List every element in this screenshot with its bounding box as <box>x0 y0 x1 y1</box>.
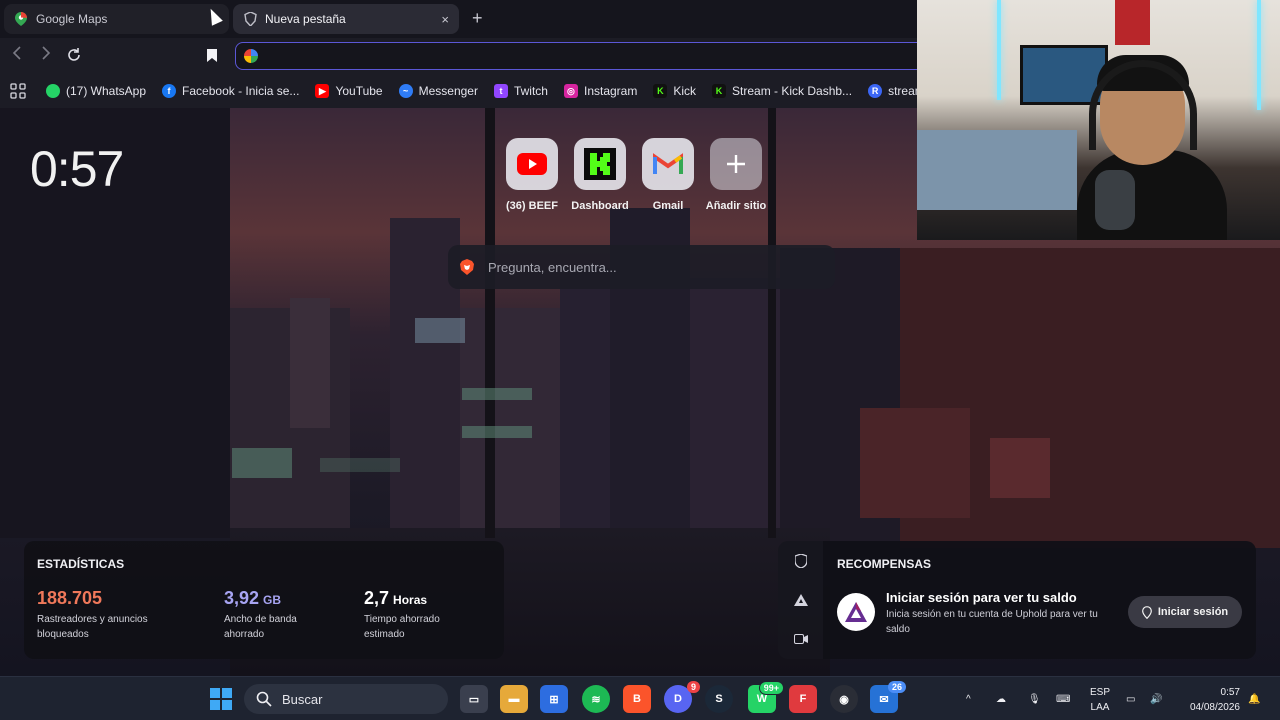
stats-title: ESTADÍSTICAS <box>37 557 125 571</box>
bookmark-kick[interactable]: K Kick <box>653 84 696 98</box>
bookmark-messenger[interactable]: ~ Messenger <box>398 84 478 98</box>
location-pin-icon <box>1141 605 1152 619</box>
rewards-description: Inicia sesión en tu cuenta de Uphold par… <box>886 609 1098 635</box>
plus-icon <box>710 138 762 190</box>
tab-title: Google Maps <box>36 12 108 26</box>
new-tab-button[interactable]: + <box>472 8 483 29</box>
network-icon[interactable]: ▭ <box>1126 677 1135 720</box>
tab-new-tab[interactable]: Nueva pestaña × <box>233 4 459 34</box>
bookmark-whatsapp[interactable]: (17) WhatsApp <box>46 84 146 98</box>
new-tab-clock: 0:57 <box>30 141 124 197</box>
brave-shield-icon <box>243 12 257 26</box>
kick-icon: K <box>712 84 727 98</box>
top-site-gmail[interactable]: Gmail <box>641 138 695 212</box>
stats-widget: ESTADÍSTICAS 188.705 Rastreadores y anun… <box>24 541 504 659</box>
task-view-icon[interactable]: ▭ <box>460 685 488 713</box>
rewards-widget: RECOMPENSAS Iniciar sesión para ver tu s… <box>823 541 1256 659</box>
obs-icon[interactable]: ◉ <box>830 685 858 713</box>
bookmark-instagram[interactable]: ◎ Instagram <box>563 84 637 98</box>
stat-bandwidth: 3,92 GB Ancho de banda ahorrado <box>224 588 297 640</box>
spotify-icon[interactable]: ≋ <box>582 685 610 713</box>
system-clock[interactable]: 0:57 04/08/2026 <box>1180 685 1240 715</box>
stat-time-saved: 2,7 Horas Tiempo ahorrado estimado <box>364 588 440 640</box>
youtube-icon: ▶ <box>315 84 330 98</box>
youtube-icon <box>506 138 558 190</box>
facebook-icon: f <box>162 84 177 98</box>
webcam-overlay <box>917 0 1280 240</box>
bookmark-twitch[interactable]: t Twitch <box>493 84 548 98</box>
notification-icon[interactable]: 🔔 <box>1248 677 1260 720</box>
steam-icon[interactable]: S <box>705 685 733 713</box>
widget-switcher <box>778 541 823 659</box>
search-placeholder: Pregunta, encuentra... <box>488 259 617 275</box>
input-language[interactable]: ESP LAA <box>1088 685 1112 715</box>
tab-title: Nueva pestaña <box>265 12 346 26</box>
brave-icon[interactable]: B <box>623 685 651 713</box>
microphone-icon[interactable]: 🎙 <box>1028 677 1041 720</box>
top-site-kick-dashboard[interactable]: Dashboard <box>571 138 629 212</box>
bookmark-kick-dashboard[interactable]: K Stream - Kick Dashb... <box>712 84 852 98</box>
mail-icon[interactable]: ✉ 26 <box>870 681 906 713</box>
taskbar-search[interactable]: Buscar <box>244 684 448 714</box>
discord-icon[interactable]: D9 <box>664 681 700 713</box>
kick-icon: K <box>653 84 668 98</box>
keyboard-icon[interactable]: ⌨ <box>1056 677 1070 720</box>
forward-icon[interactable] <box>41 46 51 65</box>
shield-icon[interactable] <box>778 541 823 580</box>
google-icon <box>244 49 258 63</box>
sign-in-button[interactable]: Iniciar sesión <box>1128 596 1242 628</box>
rewards-title: RECOMPENSAS <box>837 557 932 571</box>
whatsapp-icon <box>46 84 60 98</box>
search-input[interactable]: Pregunta, encuentra... <box>448 245 835 289</box>
top-sites: (36) BEEF Dashboard Gmail Añadir sitio <box>505 138 766 212</box>
bookmark-facebook[interactable]: f Facebook - Inicia se... <box>162 84 299 98</box>
cloud-icon[interactable]: ☁ <box>996 677 1006 720</box>
taskbar: Buscar ▭ ▬ ⊞ ≋ B D9 S W 99+ F ◉ ✉ 26 ^ ☁ 🎙… <box>0 676 1280 720</box>
r-icon: R <box>868 84 883 98</box>
volume-icon[interactable]: 🔊 <box>1150 677 1162 720</box>
file-explorer-icon[interactable]: ▬ <box>500 685 528 713</box>
show-hidden-icons[interactable]: ^ <box>966 677 971 720</box>
back-icon[interactable] <box>12 46 22 65</box>
close-tab-icon[interactable]: × <box>441 12 449 27</box>
kick-icon <box>574 138 626 190</box>
top-site-youtube[interactable]: (36) BEEF <box>505 138 559 212</box>
bat-triangle-icon[interactable] <box>778 580 823 619</box>
search-icon <box>256 691 272 707</box>
bookmark-youtube[interactable]: ▶ YouTube <box>315 84 383 98</box>
whatsapp-icon[interactable]: W 99+ <box>748 681 784 713</box>
apps-grid-icon[interactable] <box>10 83 26 99</box>
store-icon[interactable]: ⊞ <box>540 685 568 713</box>
tab-google-maps[interactable]: Google Maps <box>4 4 229 34</box>
messenger-icon: ~ <box>398 84 413 98</box>
rewards-heading: Iniciar sesión para ver tu saldo <box>886 590 1077 605</box>
brave-lion-icon <box>460 259 474 275</box>
windows-start-icon[interactable] <box>207 685 235 713</box>
twitch-icon: t <box>493 84 508 98</box>
instagram-icon: ◎ <box>563 84 578 98</box>
video-icon[interactable] <box>778 619 823 658</box>
reload-icon[interactable] <box>66 47 82 68</box>
app-icon[interactable]: F <box>789 685 817 713</box>
bookmark-icon[interactable] <box>206 48 218 68</box>
stat-trackers: 188.705 Rastreadores y anuncios bloquead… <box>37 588 148 640</box>
bat-logo-icon <box>837 593 875 631</box>
add-site-button[interactable]: Añadir sitio <box>706 138 766 212</box>
map-pin-icon <box>14 12 28 26</box>
gmail-icon <box>642 138 694 190</box>
